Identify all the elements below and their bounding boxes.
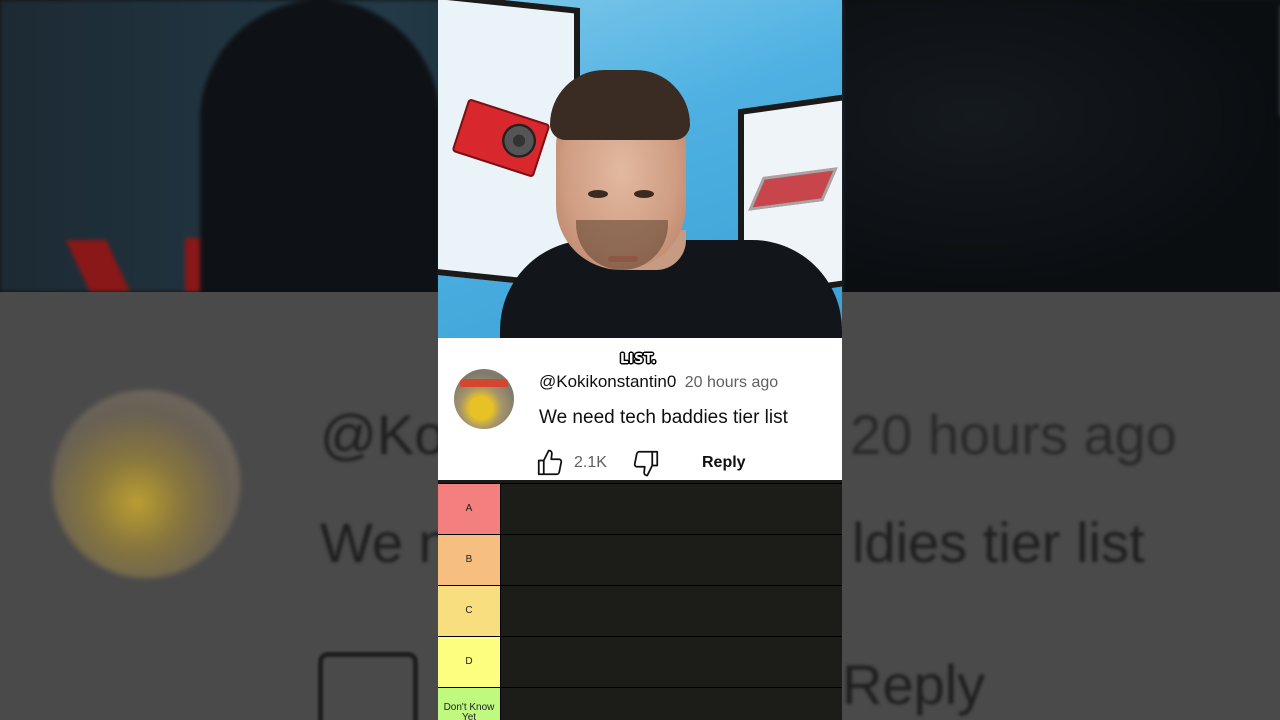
- tier-list: A B C D Don't Know Yet: [438, 480, 842, 720]
- comment-actions: 2.1K Reply: [535, 448, 835, 478]
- caption-text: LIST.: [620, 352, 657, 367]
- tier-row-c: C: [438, 585, 842, 636]
- tier-label-unknown: Don't Know Yet: [438, 688, 500, 720]
- avatar[interactable]: [454, 369, 514, 429]
- comment-time: 20 hours ago: [684, 374, 779, 391]
- comment-header: @Kokikonstantin0 20 hours ago: [539, 372, 778, 392]
- tier-row-unknown: Don't Know Yet: [438, 687, 842, 720]
- video-frame[interactable]: [438, 0, 842, 338]
- tier-drop-zone-unknown[interactable]: [500, 688, 842, 720]
- short-video-column: LIST. @Kokikonstantin0 20 hours ago We n…: [438, 0, 842, 720]
- tier-row-a: A: [438, 483, 842, 534]
- tier-label-d: D: [438, 637, 500, 687]
- comment-text: We need tech baddies tier list: [539, 407, 788, 428]
- thumbs-down-icon: [633, 450, 659, 477]
- tier-drop-zone-c[interactable]: [500, 586, 842, 636]
- background-avatar: [52, 390, 240, 578]
- thumbs-up-icon: [537, 449, 563, 476]
- background-time: 20 hours ago: [850, 403, 1177, 466]
- tier-label-c: C: [438, 586, 500, 636]
- like-count: 2.1K: [574, 454, 607, 471]
- background-text-right: ldies tier list: [852, 511, 1145, 574]
- background-text-left: We n: [320, 511, 450, 574]
- tier-label-b: B: [438, 535, 500, 585]
- tier-row-d: D: [438, 636, 842, 687]
- tier-label-a: A: [438, 484, 500, 534]
- comment-username[interactable]: @Kokikonstantin0: [539, 372, 676, 391]
- background-thumb-icon: [318, 652, 418, 720]
- tier-drop-zone-a[interactable]: [500, 484, 842, 534]
- comment-card: LIST. @Kokikonstantin0 20 hours ago We n…: [438, 338, 842, 480]
- tier-drop-zone-b[interactable]: [500, 535, 842, 585]
- like-button[interactable]: [535, 448, 565, 478]
- background-reply: Reply: [842, 653, 986, 716]
- tier-row-b: B: [438, 534, 842, 585]
- tier-drop-zone-d[interactable]: [500, 637, 842, 687]
- reply-button[interactable]: Reply: [702, 454, 746, 472]
- background-username: @Ko: [320, 403, 446, 466]
- dislike-button[interactable]: [631, 448, 661, 478]
